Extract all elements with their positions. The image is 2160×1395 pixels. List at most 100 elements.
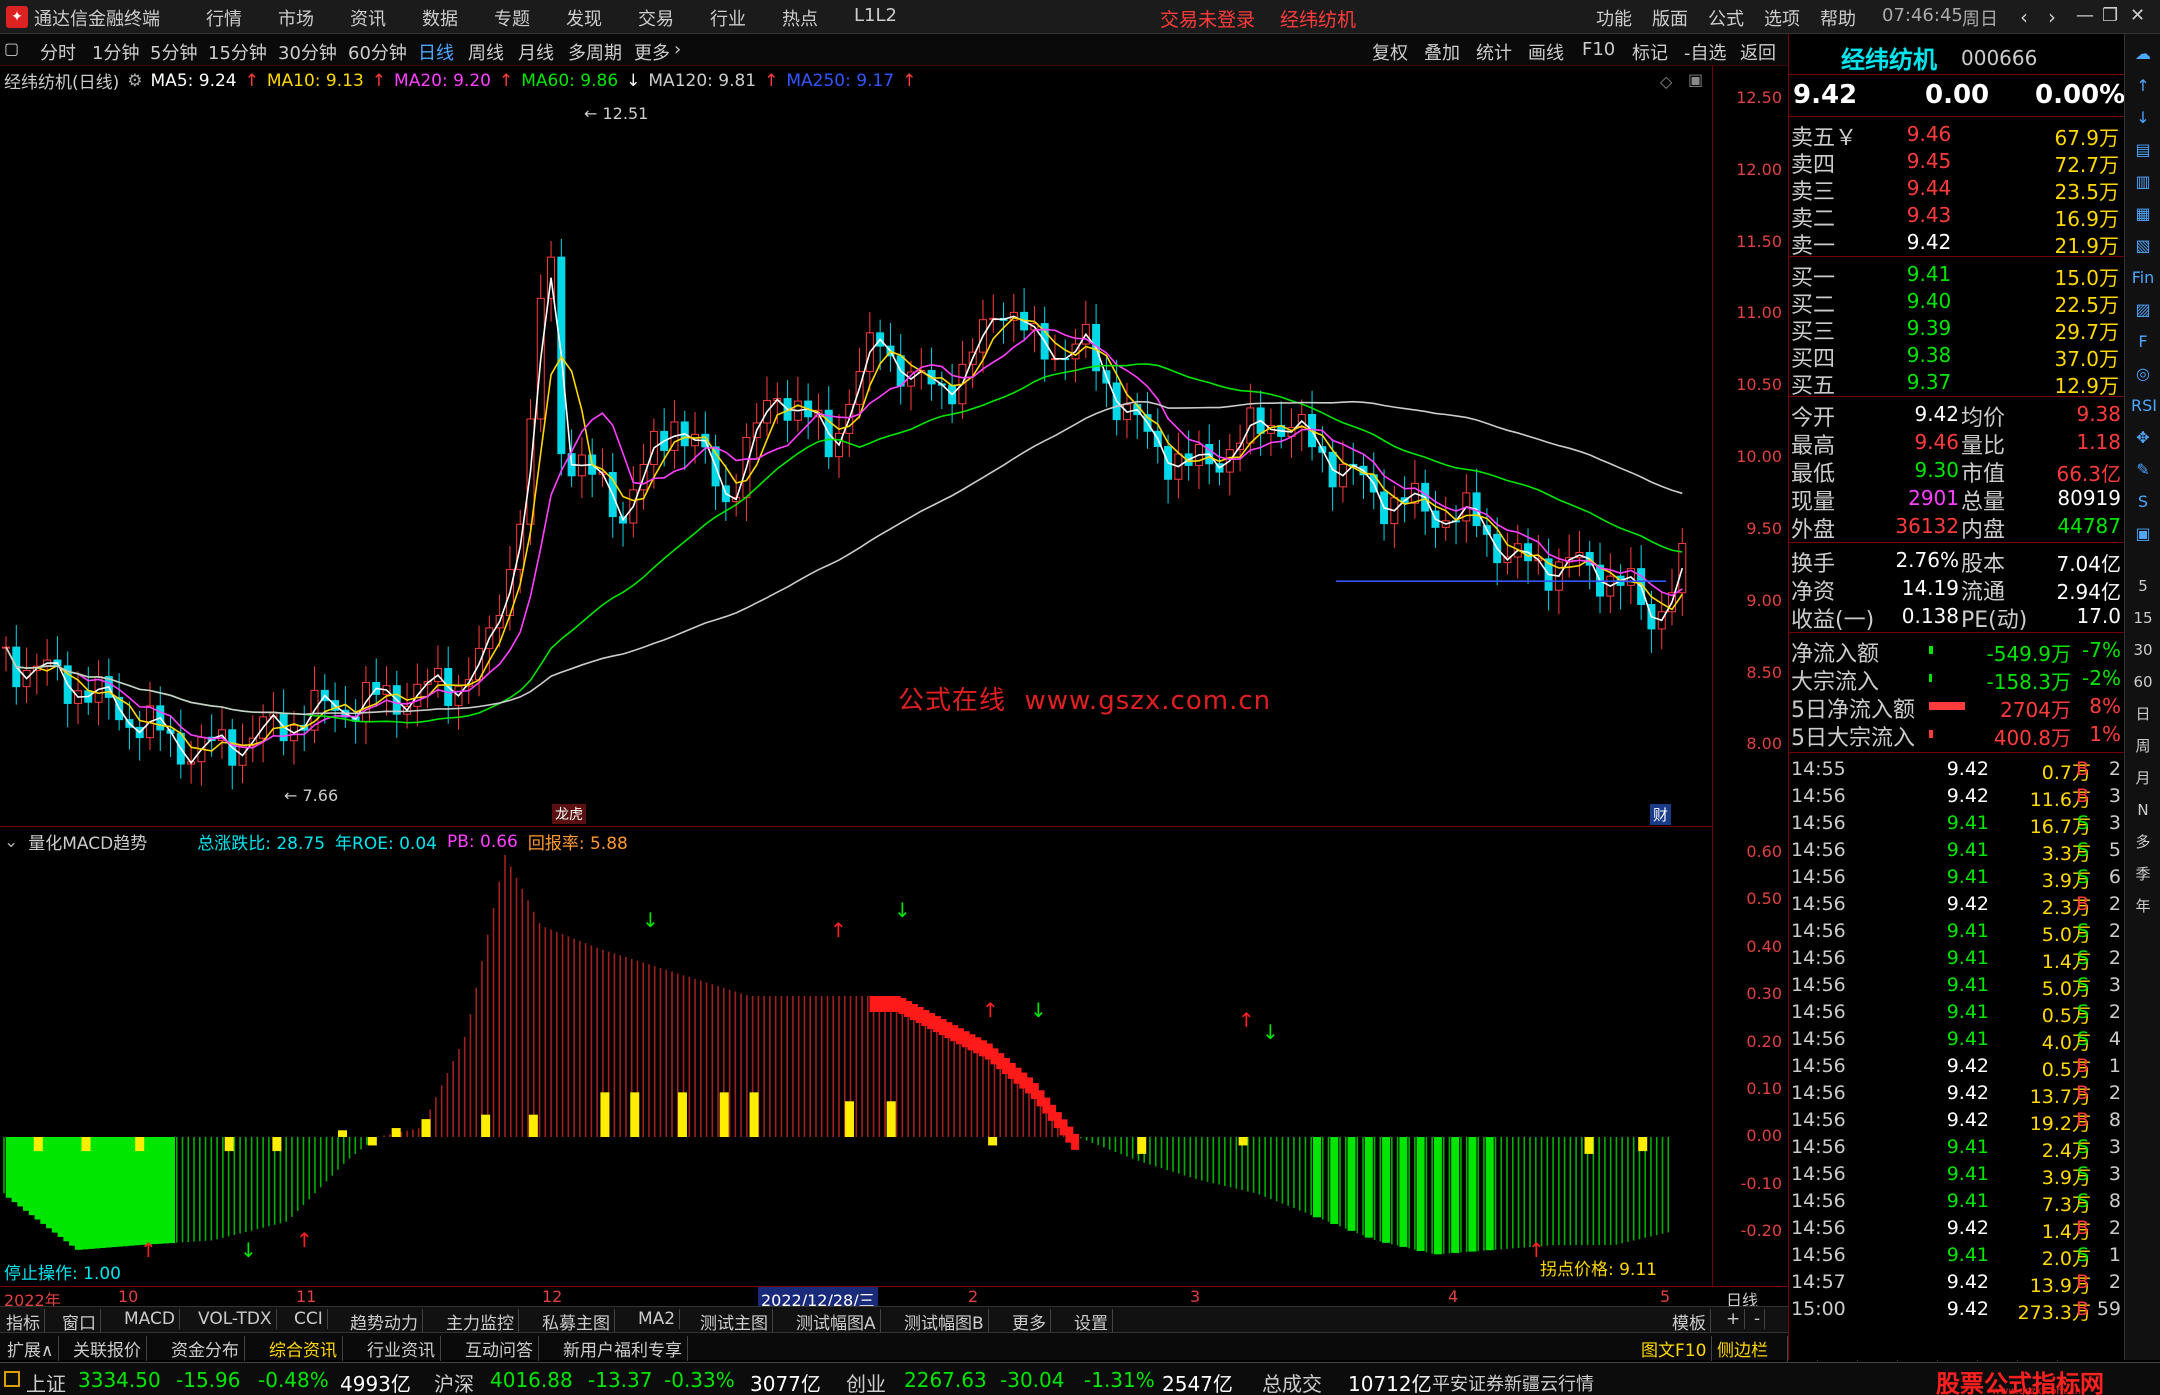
period-5min[interactable]: 5分钟	[150, 39, 197, 65]
bid-price[interactable]: 9.38	[1879, 343, 1979, 367]
sidebar-tool-icon[interactable]: RSI	[2131, 394, 2157, 418]
finance-badge[interactable]: 财	[1650, 804, 1672, 825]
tick-row[interactable]: 14:56 9.42 11.6万 B 3	[1789, 783, 2125, 811]
tick-row[interactable]: 14:56 9.41 3.9万 S 6	[1789, 864, 2125, 892]
tick-row[interactable]: 14:56 9.41 16.7万 S 3	[1789, 810, 2125, 838]
sidebar-tool-icon[interactable]: N	[2131, 798, 2155, 822]
sidebar-tool-icon[interactable]: ✥	[2131, 426, 2155, 450]
tool-fuquan[interactable]: 复权	[1372, 39, 1408, 65]
market-icon[interactable]	[4, 1371, 20, 1387]
indicator-tab[interactable]: 趋势动力	[346, 1309, 423, 1334]
tool-tongji[interactable]: 统计	[1476, 39, 1512, 65]
tick-row[interactable]: 14:56 9.41 1.4万 S 2	[1789, 945, 2125, 973]
menu-redian[interactable]: 热点	[782, 5, 818, 31]
menu-l1l2[interactable]: L1L2	[854, 5, 897, 26]
collapse-icon[interactable]: ▢	[4, 39, 19, 58]
tab-tool[interactable]: 模板	[1668, 1309, 1711, 1334]
indicator-name[interactable]: 量化MACD趋势	[28, 829, 147, 854]
bid-price[interactable]: 9.37	[1879, 370, 1979, 394]
tool-diejia[interactable]: 叠加	[1424, 39, 1460, 65]
sidebar-tool-icon[interactable]: ▨	[2131, 298, 2155, 322]
tab-tool[interactable]: -	[1750, 1309, 1766, 1329]
index-name-hs[interactable]: 沪深	[434, 1368, 474, 1395]
info-tab[interactable]: 综合资讯	[264, 1336, 343, 1361]
period-multi[interactable]: 多周期	[568, 39, 622, 65]
minimize-icon[interactable]: —	[2076, 5, 2094, 26]
indicator-tab[interactable]: 主力监控	[442, 1309, 519, 1334]
menu-hangqing[interactable]: 行情	[206, 5, 242, 31]
bid-price[interactable]: 9.39	[1879, 316, 1979, 340]
menu-zhuanti[interactable]: 专题	[494, 5, 530, 31]
indicator-tab[interactable]: MACD	[120, 1309, 180, 1329]
tick-row[interactable]: 15:00 9.42 273.3万 B 59	[1789, 1296, 2125, 1324]
info-tab[interactable]: 资金分布	[166, 1336, 245, 1361]
sidebar-tool-icon[interactable]: ▧	[2131, 234, 2155, 258]
sidebar-tool-icon[interactable]: 月	[2131, 766, 2155, 790]
macd-svg[interactable]: ↑ ↓ ↑↑↓↑ ↓ ↑ ↓↓↑	[0, 827, 1712, 1287]
tick-row[interactable]: 14:56 9.42 2.3万 B 2	[1789, 891, 2125, 919]
menu-banmian[interactable]: 版面	[1652, 5, 1688, 31]
period-60min[interactable]: 60分钟	[348, 39, 407, 65]
sidebar-tool-icon[interactable]: 60	[2131, 670, 2155, 694]
period-weekly[interactable]: 周线	[468, 39, 504, 65]
sidebar-tool-icon[interactable]: 年	[2131, 894, 2155, 918]
indicator-tab[interactable]: MA2	[634, 1309, 681, 1329]
period-fenshi[interactable]: 分时	[40, 39, 76, 65]
chevron-right-icon[interactable]: ›	[674, 39, 681, 60]
sidebar-tool-icon[interactable]: ◎	[2131, 362, 2155, 386]
tick-row[interactable]: 14:56 9.42 13.7万 B 2	[1789, 1080, 2125, 1108]
sidebar-tool-icon[interactable]: F	[2131, 330, 2155, 354]
sidebar-tool-icon[interactable]: 多	[2131, 830, 2155, 854]
sidebar-tool-icon[interactable]: ▣	[2131, 522, 2155, 546]
sidebar-tool-icon[interactable]: 日	[2131, 702, 2155, 726]
close-icon[interactable]: ✕	[2130, 5, 2145, 26]
tick-row[interactable]: 14:56 9.41 4.0万 S 4	[1789, 1026, 2125, 1054]
index-name-cy[interactable]: 创业	[846, 1368, 886, 1395]
broker-name[interactable]: 平安证券新疆云行情	[1432, 1370, 1594, 1395]
indicator-tab[interactable]: 测试主图	[696, 1309, 773, 1334]
period-more[interactable]: 更多	[634, 39, 670, 65]
tick-row[interactable]: 14:56 9.41 2.0万 S 1	[1789, 1242, 2125, 1270]
period-30min[interactable]: 30分钟	[278, 39, 337, 65]
tick-row[interactable]: 14:56 9.42 19.2万 B 8	[1789, 1107, 2125, 1135]
indicator-tab[interactable]: 设置	[1070, 1309, 1113, 1334]
menu-faxian[interactable]: 发现	[566, 5, 602, 31]
longhu-badge[interactable]: 龙虎	[552, 804, 586, 824]
sidebar-tool-icon[interactable]: ▤	[2131, 138, 2155, 162]
panel-tab[interactable]: 图文F10	[1636, 1336, 1713, 1361]
menu-shuju[interactable]: 数据	[422, 5, 458, 31]
menu-bangzhu[interactable]: 帮助	[1820, 5, 1856, 31]
kline-svg[interactable]	[0, 66, 1712, 826]
period-daily[interactable]: 日线	[418, 39, 454, 65]
ask-price[interactable]: 9.45	[1879, 149, 1979, 173]
tool-zixuan[interactable]: -自选	[1684, 39, 1727, 65]
bid-price[interactable]: 9.41	[1879, 262, 1979, 286]
info-tab[interactable]: 扩展∧	[2, 1336, 60, 1361]
indicator-tab[interactable]: 更多	[1008, 1309, 1051, 1334]
ask-price[interactable]: 9.46	[1879, 122, 1979, 146]
indicator-tab[interactable]: VOL-TDX	[194, 1309, 277, 1329]
tool-huaxian[interactable]: 画线	[1528, 39, 1564, 65]
macd-chart[interactable]: ↑ ↓ ↑ ↑ ↓ ↑ ↓ ↑ ↓ ↓ ↑ ⌄ 量化MACD趋势 总涨跌比: 28.75 年ROE:…	[0, 826, 1712, 1286]
menu-xuanxiang[interactable]: 选项	[1764, 5, 1800, 31]
indicator-tab[interactable]: 窗口	[58, 1309, 101, 1334]
tick-row[interactable]: 14:56 9.41 7.3万 S 8	[1789, 1188, 2125, 1216]
forward-arrow-icon[interactable]: ›	[2048, 5, 2056, 29]
menu-jiaoyi[interactable]: 交易	[638, 5, 674, 31]
sidebar-tool-icon[interactable]: ↑	[2131, 74, 2155, 98]
sidebar-tool-icon[interactable]: 5	[2131, 574, 2155, 598]
menu-shichang[interactable]: 市场	[278, 5, 314, 31]
indicator-tab[interactable]: 私募主图	[538, 1309, 615, 1334]
index-name-sh[interactable]: 上证	[26, 1368, 66, 1395]
kline-chart[interactable]: 经纬纺机(日线) ⚙ MA5: 9.24 ↑ MA10: 9.13 ↑ MA20: …	[0, 66, 1712, 826]
tick-row[interactable]: 14:56 9.41 5.0万 S 3	[1789, 972, 2125, 1000]
tool-fanhui[interactable]: 返回	[1740, 39, 1776, 65]
indicator-tab[interactable]: CCI	[290, 1309, 328, 1329]
diamond-icon[interactable]: ◇	[1660, 72, 1672, 91]
sidebar-tool-icon[interactable]: ↓	[2131, 106, 2155, 130]
sidebar-tool-icon[interactable]: S	[2131, 490, 2155, 514]
info-tab[interactable]: 新用户福利专享	[558, 1336, 688, 1361]
ask-price[interactable]: 9.42	[1879, 230, 1979, 254]
info-tab[interactable]: 互动问答	[460, 1336, 539, 1361]
tick-row[interactable]: 14:57 9.42 13.9万 B 2	[1789, 1269, 2125, 1297]
